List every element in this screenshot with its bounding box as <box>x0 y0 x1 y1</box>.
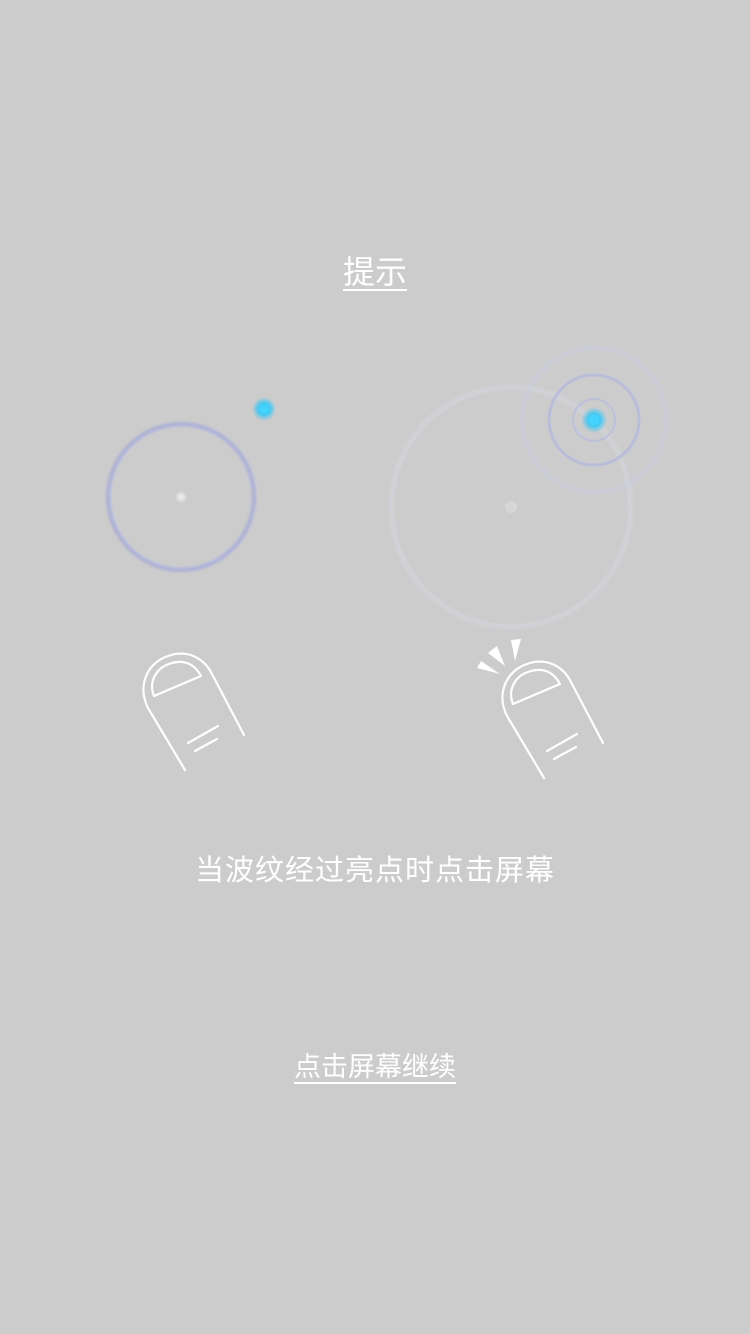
instruction-text: 当波纹经过亮点时点击屏幕 <box>194 853 555 887</box>
tutorial-illustration <box>106 346 668 780</box>
finger-tap-burst-icon <box>501 660 605 780</box>
left-ripple-example <box>106 397 276 572</box>
page-title: 提示 <box>342 253 407 291</box>
faded-ripple-center-dot-icon <box>505 501 517 513</box>
ripple-center-dot-icon <box>175 491 187 503</box>
finger-tap-icon <box>142 652 246 772</box>
tap-burst-icon <box>477 639 521 674</box>
tutorial-screen[interactable]: 提示 当波纹经过亮点时点击屏幕 点击屏幕继续 <box>0 0 750 1334</box>
tap-to-continue-link[interactable]: 点击屏幕继续 <box>0 1048 750 1088</box>
right-ripple-example <box>388 346 668 630</box>
